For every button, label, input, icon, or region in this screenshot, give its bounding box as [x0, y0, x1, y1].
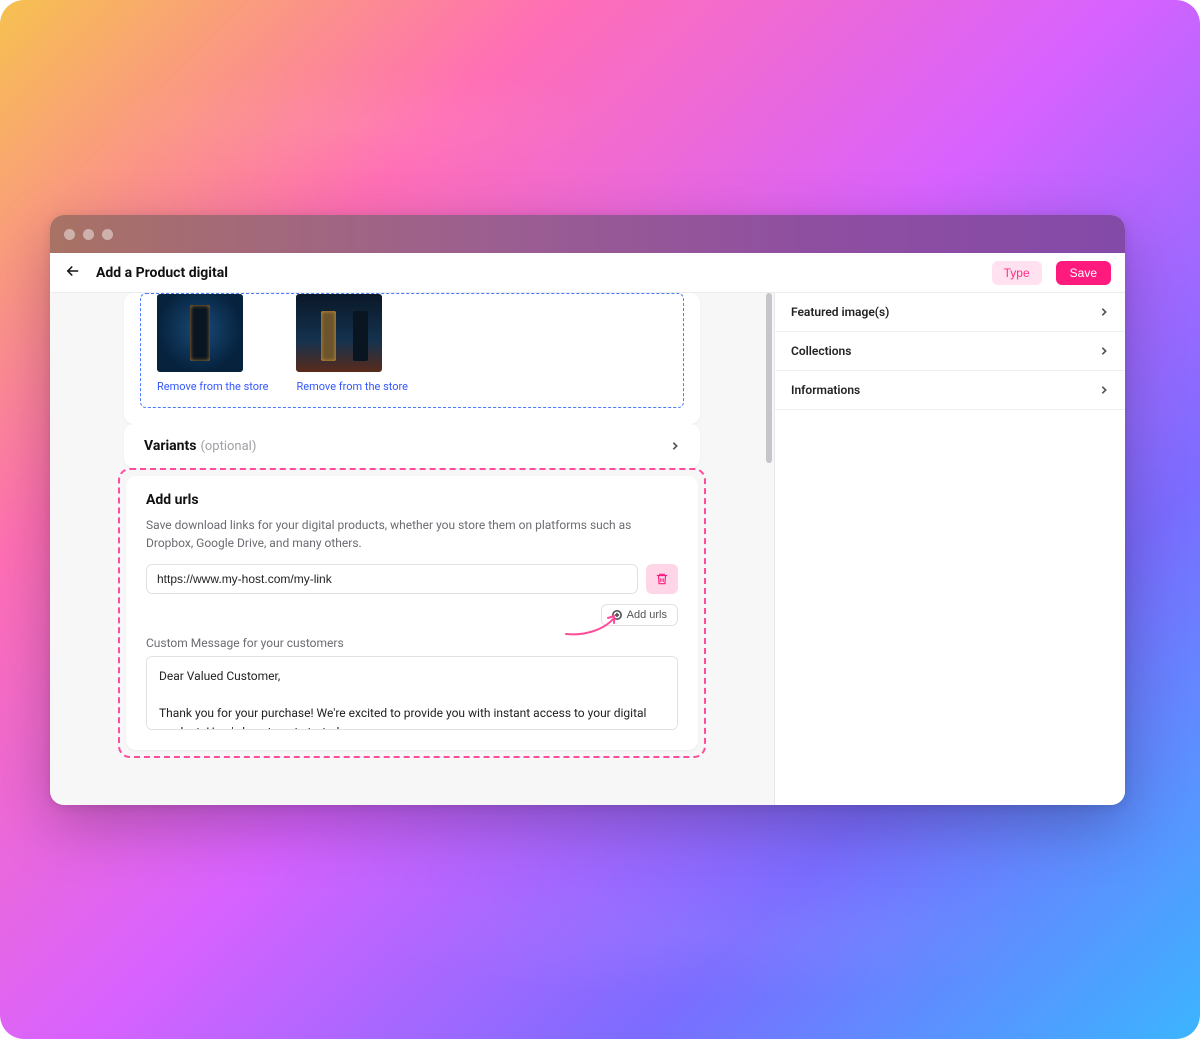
images-card: Remove from the store Remove from the st…: [124, 293, 700, 424]
add-url-label: Add urls: [627, 609, 667, 621]
window-minimize-dot[interactable]: [83, 229, 94, 240]
urls-heading: Add urls: [146, 492, 678, 508]
window-close-dot[interactable]: [64, 229, 75, 240]
plus-circle-icon: [612, 610, 622, 620]
chevron-right-icon: [1099, 307, 1109, 317]
back-arrow-icon[interactable]: [64, 262, 82, 284]
chevron-right-icon: [1099, 346, 1109, 356]
highlight-box: Add urls Save download links for your di…: [118, 468, 706, 758]
type-button[interactable]: Type: [992, 261, 1042, 285]
sidebar-item-label: Informations: [791, 383, 860, 397]
variants-label: Variants: [144, 438, 196, 454]
sidebar-item-collections[interactable]: Collections: [775, 332, 1125, 371]
sidebar: Featured image(s) Collections Informatio…: [775, 293, 1125, 805]
chevron-right-icon: [670, 441, 680, 451]
url-input[interactable]: [146, 564, 638, 594]
sidebar-item-label: Featured image(s): [791, 305, 889, 319]
remove-image-link[interactable]: Remove from the store: [157, 380, 268, 393]
content-area: Remove from the store Remove from the st…: [50, 293, 1125, 805]
chevron-right-icon: [1099, 385, 1109, 395]
trash-icon: [655, 572, 669, 586]
image-dropzone[interactable]: Remove from the store Remove from the st…: [140, 293, 684, 408]
urls-card: Add urls Save download links for your di…: [126, 476, 698, 750]
thumbnail[interactable]: [296, 294, 382, 372]
sidebar-item-informations[interactable]: Informations: [775, 371, 1125, 410]
variants-optional: (optional): [200, 439, 256, 454]
save-button[interactable]: Save: [1056, 261, 1111, 285]
message-label: Custom Message for your customers: [146, 636, 678, 650]
product-image-2: Remove from the store: [296, 294, 407, 393]
sidebar-item-featured-images[interactable]: Featured image(s): [775, 293, 1125, 332]
titlebar: [50, 215, 1125, 253]
main-column: Remove from the store Remove from the st…: [50, 293, 774, 805]
browser-window: Add a Product digital Type Save Remove f…: [50, 215, 1125, 805]
url-row: [146, 564, 678, 594]
urls-description: Save download links for your digital pro…: [146, 516, 678, 552]
window-maximize-dot[interactable]: [102, 229, 113, 240]
thumbnail[interactable]: [157, 294, 243, 372]
background: Add a Product digital Type Save Remove f…: [0, 0, 1200, 1039]
add-url-button[interactable]: Add urls: [601, 604, 678, 626]
page-title: Add a Product digital: [96, 265, 228, 281]
delete-url-button[interactable]: [646, 564, 678, 594]
product-image-1: Remove from the store: [157, 294, 268, 393]
sidebar-item-label: Collections: [791, 344, 851, 358]
variants-card[interactable]: Variants (optional): [124, 424, 700, 468]
scrollbar[interactable]: [766, 293, 772, 463]
message-textarea[interactable]: [146, 656, 678, 730]
remove-image-link[interactable]: Remove from the store: [296, 380, 407, 393]
page-toolbar: Add a Product digital Type Save: [50, 253, 1125, 293]
